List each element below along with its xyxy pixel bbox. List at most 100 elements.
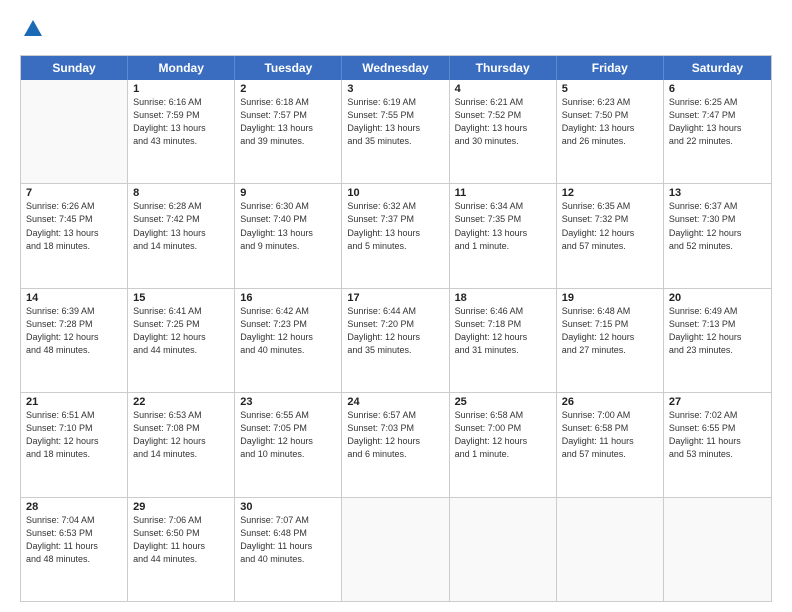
calendar-cell: 15Sunrise: 6:41 AMSunset: 7:25 PMDayligh…: [128, 289, 235, 392]
day-number: 29: [133, 501, 229, 513]
cell-line: Sunrise: 6:49 AM: [669, 305, 766, 318]
cell-line: Sunset: 7:18 PM: [455, 318, 551, 331]
cell-line: Sunrise: 7:07 AM: [240, 514, 336, 527]
cell-line: and 1 minute.: [455, 240, 551, 253]
cell-line: Daylight: 12 hours: [669, 331, 766, 344]
cell-line: Sunset: 7:32 PM: [562, 213, 658, 226]
cell-line: and 44 minutes.: [133, 553, 229, 566]
calendar-body: 1Sunrise: 6:16 AMSunset: 7:59 PMDaylight…: [21, 80, 771, 601]
cell-line: Sunrise: 6:26 AM: [26, 200, 122, 213]
calendar-cell: 14Sunrise: 6:39 AMSunset: 7:28 PMDayligh…: [21, 289, 128, 392]
cell-line: and 14 minutes.: [133, 240, 229, 253]
calendar-cell: 30Sunrise: 7:07 AMSunset: 6:48 PMDayligh…: [235, 498, 342, 601]
cell-line: Sunrise: 6:46 AM: [455, 305, 551, 318]
day-number: 3: [347, 83, 443, 95]
calendar-cell: [557, 498, 664, 601]
cell-line: Sunrise: 6:42 AM: [240, 305, 336, 318]
cell-line: Daylight: 12 hours: [455, 331, 551, 344]
day-number: 30: [240, 501, 336, 513]
cell-line: Sunset: 6:58 PM: [562, 422, 658, 435]
calendar-row: 14Sunrise: 6:39 AMSunset: 7:28 PMDayligh…: [21, 288, 771, 392]
cell-line: Sunset: 7:35 PM: [455, 213, 551, 226]
calendar-cell: 23Sunrise: 6:55 AMSunset: 7:05 PMDayligh…: [235, 393, 342, 496]
cell-line: Sunset: 7:08 PM: [133, 422, 229, 435]
cell-line: Sunrise: 6:30 AM: [240, 200, 336, 213]
cell-line: Daylight: 11 hours: [562, 435, 658, 448]
cell-line: and 44 minutes.: [133, 344, 229, 357]
cell-line: Daylight: 13 hours: [347, 122, 443, 135]
cell-line: Daylight: 13 hours: [455, 227, 551, 240]
cell-line: and 9 minutes.: [240, 240, 336, 253]
day-number: 8: [133, 187, 229, 199]
cell-line: Sunset: 7:47 PM: [669, 109, 766, 122]
cell-line: Sunset: 7:00 PM: [455, 422, 551, 435]
calendar-cell: 12Sunrise: 6:35 AMSunset: 7:32 PMDayligh…: [557, 184, 664, 287]
cell-line: and 57 minutes.: [562, 240, 658, 253]
cell-line: Sunset: 6:53 PM: [26, 527, 122, 540]
cell-line: Sunset: 7:03 PM: [347, 422, 443, 435]
cell-line: and 48 minutes.: [26, 344, 122, 357]
cell-line: Sunrise: 6:37 AM: [669, 200, 766, 213]
cell-line: Sunrise: 6:35 AM: [562, 200, 658, 213]
day-number: 9: [240, 187, 336, 199]
cell-line: Daylight: 13 hours: [26, 227, 122, 240]
calendar-cell: 19Sunrise: 6:48 AMSunset: 7:15 PMDayligh…: [557, 289, 664, 392]
cell-line: Sunrise: 7:00 AM: [562, 409, 658, 422]
logo-icon: [22, 18, 44, 40]
day-number: 16: [240, 292, 336, 304]
cell-line: and 5 minutes.: [347, 240, 443, 253]
cell-line: Sunset: 7:13 PM: [669, 318, 766, 331]
cell-line: Sunset: 7:52 PM: [455, 109, 551, 122]
day-number: 4: [455, 83, 551, 95]
calendar-cell: 28Sunrise: 7:04 AMSunset: 6:53 PMDayligh…: [21, 498, 128, 601]
day-number: 13: [669, 187, 766, 199]
cell-line: Sunrise: 6:18 AM: [240, 96, 336, 109]
cell-line: and 23 minutes.: [669, 344, 766, 357]
cell-line: Daylight: 13 hours: [133, 227, 229, 240]
day-number: 26: [562, 396, 658, 408]
cell-line: Sunrise: 6:25 AM: [669, 96, 766, 109]
cell-line: Sunrise: 6:55 AM: [240, 409, 336, 422]
cell-line: Sunset: 7:57 PM: [240, 109, 336, 122]
cell-line: Sunset: 7:15 PM: [562, 318, 658, 331]
cell-line: Sunrise: 6:53 AM: [133, 409, 229, 422]
cell-line: Sunset: 7:30 PM: [669, 213, 766, 226]
cell-line: and 40 minutes.: [240, 553, 336, 566]
day-number: 11: [455, 187, 551, 199]
cell-line: and 26 minutes.: [562, 135, 658, 148]
cell-line: and 35 minutes.: [347, 344, 443, 357]
weekday-header: Wednesday: [342, 56, 449, 80]
calendar-cell: 13Sunrise: 6:37 AMSunset: 7:30 PMDayligh…: [664, 184, 771, 287]
day-number: 15: [133, 292, 229, 304]
cell-line: Sunset: 6:48 PM: [240, 527, 336, 540]
cell-line: Sunrise: 7:06 AM: [133, 514, 229, 527]
weekday-header: Saturday: [664, 56, 771, 80]
calendar-cell: 2Sunrise: 6:18 AMSunset: 7:57 PMDaylight…: [235, 80, 342, 183]
calendar-row: 7Sunrise: 6:26 AMSunset: 7:45 PMDaylight…: [21, 183, 771, 287]
cell-line: Daylight: 11 hours: [669, 435, 766, 448]
day-number: 18: [455, 292, 551, 304]
cell-line: Daylight: 12 hours: [669, 227, 766, 240]
calendar-cell: 16Sunrise: 6:42 AMSunset: 7:23 PMDayligh…: [235, 289, 342, 392]
cell-line: and 40 minutes.: [240, 344, 336, 357]
day-number: 5: [562, 83, 658, 95]
day-number: 17: [347, 292, 443, 304]
cell-line: Sunrise: 6:32 AM: [347, 200, 443, 213]
day-number: 12: [562, 187, 658, 199]
cell-line: Sunrise: 6:16 AM: [133, 96, 229, 109]
cell-line: and 14 minutes.: [133, 448, 229, 461]
cell-line: and 27 minutes.: [562, 344, 658, 357]
cell-line: Sunrise: 6:39 AM: [26, 305, 122, 318]
calendar-cell: 22Sunrise: 6:53 AMSunset: 7:08 PMDayligh…: [128, 393, 235, 496]
day-number: 20: [669, 292, 766, 304]
calendar-cell: 4Sunrise: 6:21 AMSunset: 7:52 PMDaylight…: [450, 80, 557, 183]
calendar-cell: 11Sunrise: 6:34 AMSunset: 7:35 PMDayligh…: [450, 184, 557, 287]
calendar-cell: 20Sunrise: 6:49 AMSunset: 7:13 PMDayligh…: [664, 289, 771, 392]
cell-line: Daylight: 12 hours: [562, 227, 658, 240]
cell-line: Sunrise: 6:41 AM: [133, 305, 229, 318]
day-number: 24: [347, 396, 443, 408]
day-number: 23: [240, 396, 336, 408]
cell-line: Sunset: 7:40 PM: [240, 213, 336, 226]
cell-line: Daylight: 13 hours: [240, 227, 336, 240]
cell-line: Sunset: 6:50 PM: [133, 527, 229, 540]
